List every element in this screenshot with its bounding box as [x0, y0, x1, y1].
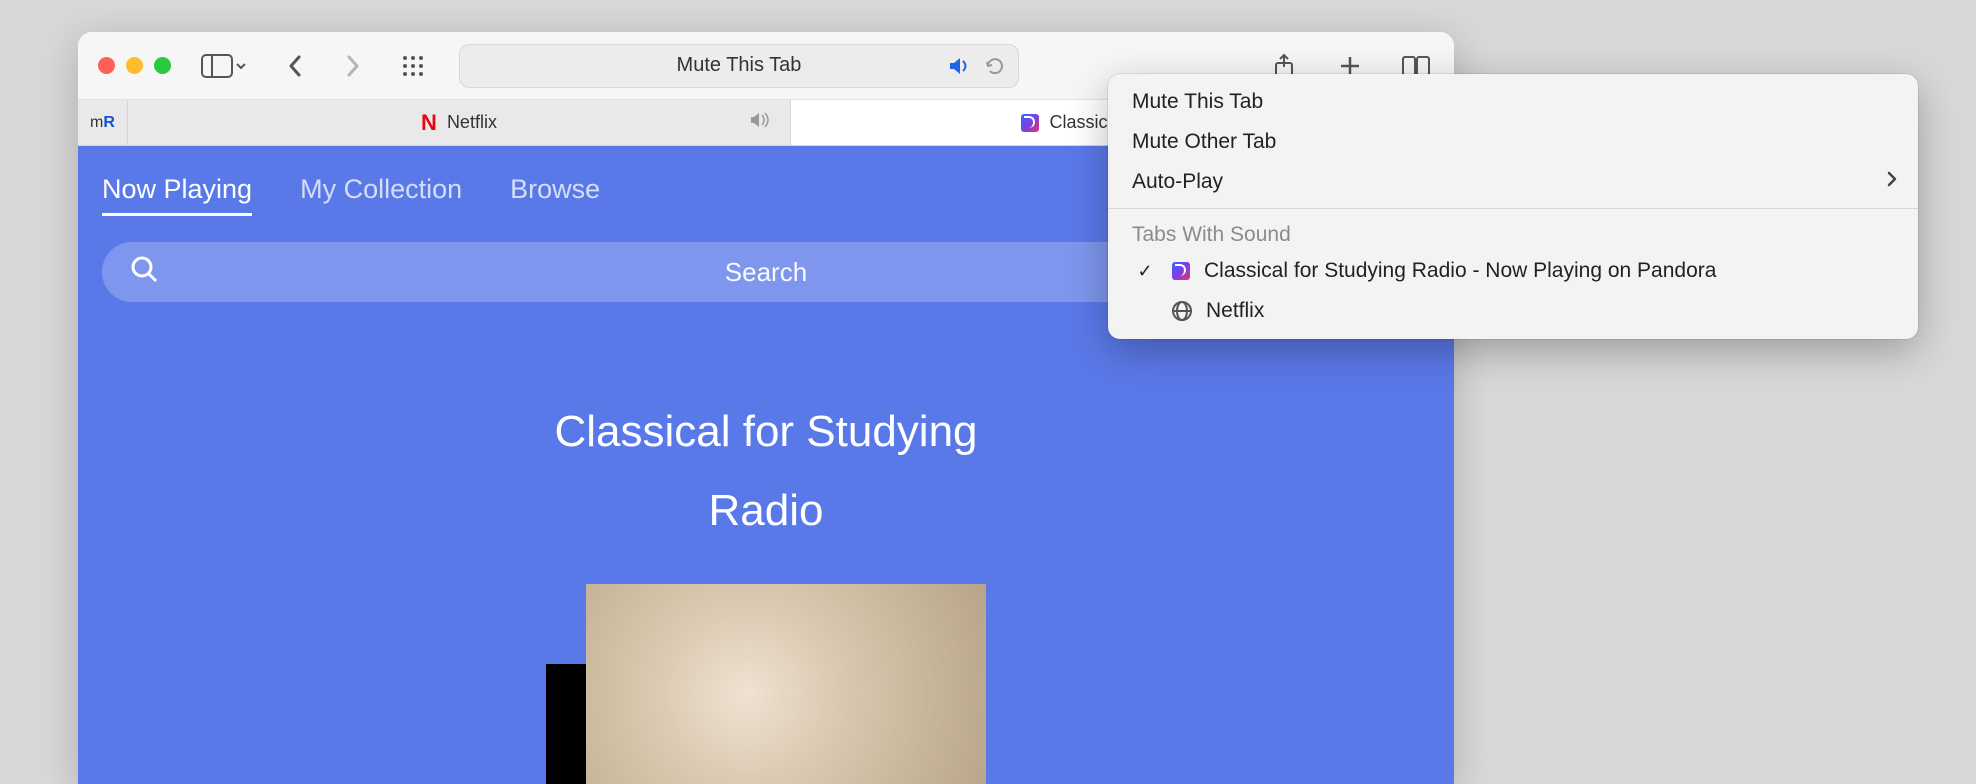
tab-overview-icon: [1402, 56, 1430, 76]
menu-section-header: Tabs With Sound: [1108, 215, 1918, 251]
audio-icon[interactable]: [948, 56, 972, 76]
pandora-icon: [1172, 262, 1190, 280]
start-page-button[interactable]: [395, 48, 431, 84]
search-icon: [130, 255, 158, 290]
close-window-button[interactable]: [98, 57, 115, 74]
nav-buttons: [277, 48, 371, 84]
pinned-tab-favicon-r: R: [103, 114, 115, 132]
pinned-tab-favicon-m: m: [90, 114, 103, 132]
station-title: Classical for Studying Radio: [102, 392, 1430, 550]
station-title-line2: Radio: [102, 471, 1430, 550]
menu-item-label: Netflix: [1206, 299, 1264, 323]
station-title-line1: Classical for Studying: [102, 392, 1430, 471]
menu-item-label: Mute Other Tab: [1132, 130, 1276, 154]
forward-button[interactable]: [335, 48, 371, 84]
traffic-lights: [98, 57, 171, 74]
tab-label: Netflix: [447, 112, 497, 133]
pandora-icon: [1021, 114, 1039, 132]
menu-item-label: Mute This Tab: [1132, 90, 1263, 114]
menu-item-label: Classical for Studying Radio - Now Playi…: [1204, 259, 1716, 283]
reload-icon[interactable]: [984, 55, 1006, 77]
nav-browse[interactable]: Browse: [510, 174, 600, 216]
chevron-left-icon: [287, 54, 303, 78]
menu-separator: [1108, 208, 1918, 209]
address-text: Mute This Tab: [677, 54, 802, 77]
address-bar-right: [948, 55, 1006, 77]
minimize-window-button[interactable]: [126, 57, 143, 74]
tab-netflix[interactable]: N Netflix: [128, 100, 791, 145]
nav-my-collection[interactable]: My Collection: [300, 174, 462, 216]
fullscreen-window-button[interactable]: [154, 57, 171, 74]
netflix-icon: N: [421, 110, 437, 136]
menu-sound-tab-netflix[interactable]: Netflix: [1108, 291, 1918, 331]
chevron-right-icon: [1886, 170, 1898, 194]
back-button[interactable]: [277, 48, 313, 84]
sidebar-icon: [201, 54, 233, 78]
menu-auto-play[interactable]: Auto-Play: [1108, 162, 1918, 202]
chevron-right-icon: [345, 54, 361, 78]
album-art-area: [546, 584, 986, 784]
sidebar-toggle[interactable]: [201, 54, 247, 78]
menu-mute-other-tab[interactable]: Mute Other Tab: [1108, 122, 1918, 162]
album-art-bar: [546, 664, 586, 784]
check-icon: [1132, 261, 1158, 282]
grid-icon: [401, 54, 425, 78]
pinned-tab[interactable]: mR: [78, 100, 128, 145]
address-bar[interactable]: Mute This Tab: [459, 44, 1019, 88]
menu-item-label: Auto-Play: [1132, 170, 1223, 194]
tab-audio-indicator[interactable]: [750, 111, 772, 134]
chevron-down-icon: [235, 60, 247, 72]
nav-now-playing[interactable]: Now Playing: [102, 174, 252, 216]
menu-mute-this-tab[interactable]: Mute This Tab: [1108, 82, 1918, 122]
audio-context-menu: Mute This Tab Mute Other Tab Auto-Play T…: [1108, 74, 1918, 339]
globe-icon: [1172, 301, 1192, 321]
album-art: [586, 584, 986, 784]
menu-sound-tab-pandora[interactable]: Classical for Studying Radio - Now Playi…: [1108, 251, 1918, 291]
